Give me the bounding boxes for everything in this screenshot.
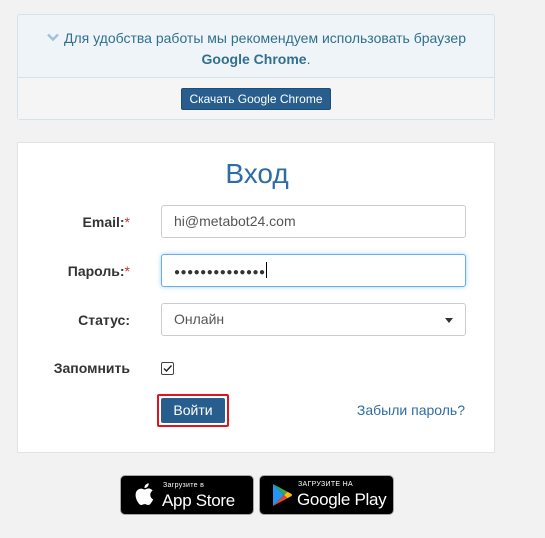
- apple-icon: [134, 482, 154, 511]
- password-label: Пароль:*: [18, 261, 130, 281]
- required-mark: *: [124, 263, 130, 279]
- password-mask: ●●●●●●●●●●●●●●: [174, 267, 266, 278]
- required-mark: *: [124, 214, 130, 230]
- status-select[interactable]: Онлайн: [161, 303, 466, 336]
- password-label-text: Пароль:: [67, 263, 125, 279]
- checkmark-icon: [163, 365, 173, 373]
- select-caret-icon: [445, 318, 453, 323]
- email-label: Email:*: [18, 212, 130, 232]
- browser-notice-message: Для удобства работы мы рекомендуем испол…: [18, 15, 494, 78]
- email-label-text: Email:: [82, 214, 125, 230]
- remember-checkbox[interactable]: [161, 362, 174, 375]
- google-play-small-text: ЗАГРУЗИТЕ НА: [298, 481, 353, 488]
- browser-notice: Для удобства работы мы рекомендуем испол…: [17, 14, 495, 120]
- browser-notice-footer: Скачать Google Chrome: [18, 78, 494, 119]
- notice-text: Для удобства работы мы рекомендуем испол…: [64, 30, 466, 46]
- status-value: Онлайн: [174, 311, 225, 327]
- page-title: Вход: [225, 158, 289, 189]
- download-chrome-button[interactable]: Скачать Google Chrome: [181, 88, 331, 110]
- google-play-icon: [272, 483, 292, 512]
- login-button-highlight: Войти: [157, 394, 229, 427]
- password-field[interactable]: ●●●●●●●●●●●●●●: [161, 254, 466, 287]
- status-label: Статус:: [78, 312, 130, 328]
- notice-period: .: [306, 51, 311, 67]
- forgot-password-link[interactable]: Забыли пароль?: [357, 402, 465, 418]
- app-store-big-text: App Store: [162, 491, 235, 510]
- text-caret: [265, 262, 267, 278]
- remember-label: Запомнить: [53, 360, 130, 376]
- google-play-badge[interactable]: ЗАГРУЗИТЕ НА Google Play: [259, 475, 394, 515]
- app-store-badge[interactable]: Загрузите в App Store: [120, 475, 254, 515]
- app-store-small-text: Загрузите в: [163, 482, 205, 489]
- email-field[interactable]: hi@metabot24.com: [161, 205, 466, 238]
- google-play-big-text: Google Play: [297, 490, 387, 509]
- chevron-down-icon[interactable]: [46, 27, 60, 48]
- login-panel: Вход Email:* hi@metabot24.com Пароль:* ●…: [17, 142, 495, 453]
- login-button[interactable]: Войти: [161, 398, 225, 423]
- notice-browser-name: Google Chrome: [201, 51, 307, 67]
